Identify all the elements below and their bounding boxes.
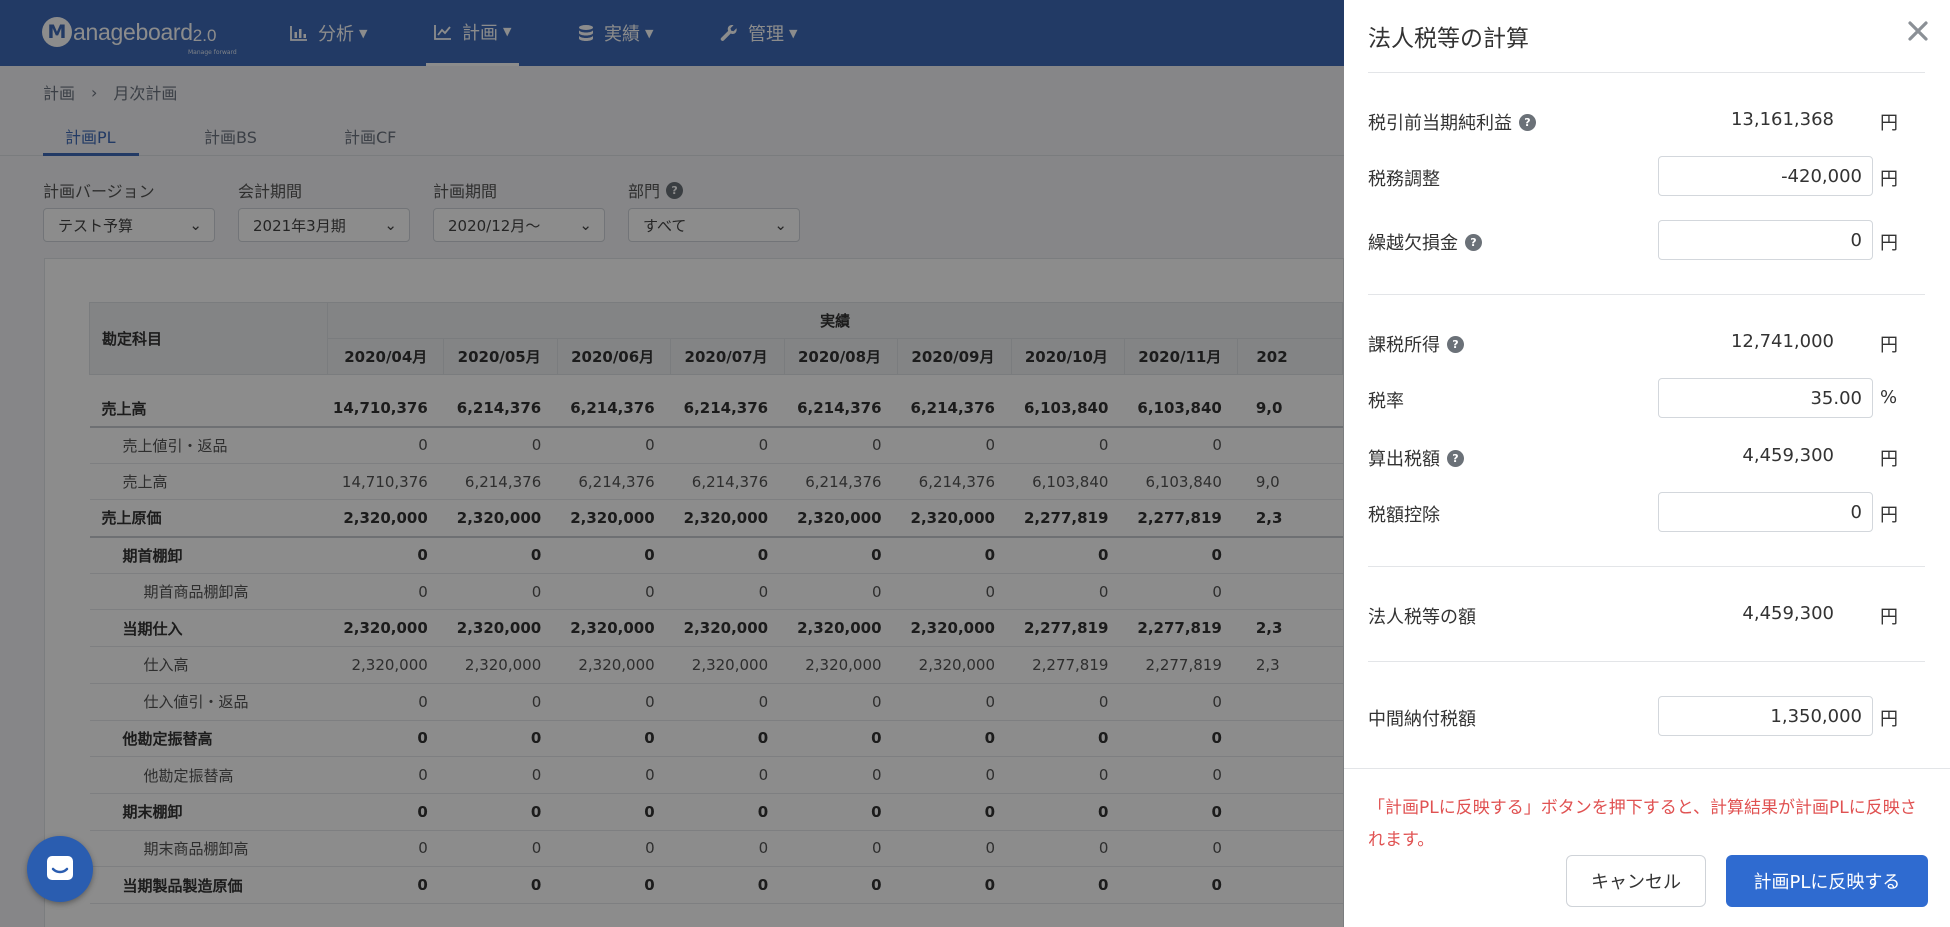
unit-percent: % — [1880, 387, 1898, 408]
tax-adjustment-row: 税務調整 円 — [1368, 156, 1898, 196]
help-icon[interactable]: ? — [1465, 233, 1482, 251]
computed-tax-value: 4,459,300 — [1742, 445, 1834, 466]
loss-carryforward-row: 繰越欠損金? 円 — [1368, 220, 1898, 260]
help-icon[interactable]: ? — [1519, 113, 1536, 131]
interim-tax-label: 中間納付税額 — [1368, 709, 1476, 730]
taxable-income-value: 12,741,000 — [1730, 331, 1834, 352]
unit-yen: 円 — [1880, 233, 1898, 254]
computed-tax-label: 算出税額 — [1368, 449, 1440, 470]
chat-support-button[interactable] — [27, 836, 93, 902]
unit-yen: 円 — [1880, 169, 1898, 190]
panel-title: 法人税等の計算 — [1368, 26, 1529, 52]
chat-icon — [47, 856, 73, 880]
corporate-tax-panel: 法人税等の計算 税引前当期純利益? 13,161,368 円 税務調整 円 繰越… — [1344, 0, 1950, 927]
divider — [1368, 72, 1925, 73]
taxable-income-label: 課税所得 — [1368, 335, 1440, 356]
unit-yen: 円 — [1880, 607, 1898, 628]
tax-adjustment-label: 税務調整 — [1368, 169, 1440, 190]
help-icon[interactable]: ? — [1447, 335, 1464, 353]
pretax-income-label: 税引前当期純利益 — [1368, 113, 1512, 134]
apply-notice: 「計画PLに反映する」ボタンを押下すると、計算結果が計画PLに反映されます。 — [1368, 798, 1917, 850]
interim-tax-input[interactable] — [1658, 696, 1873, 736]
taxable-income-row: 課税所得? 12,741,000 円 — [1368, 322, 1898, 362]
tax-rate-label: 税率 — [1368, 391, 1404, 412]
interim-tax-row: 中間納付税額 円 — [1368, 696, 1898, 736]
cancel-button[interactable]: キャンセル — [1566, 855, 1706, 907]
unit-yen: 円 — [1880, 505, 1898, 526]
tax-adjustment-input[interactable] — [1658, 156, 1873, 196]
apply-to-plan-pl-button[interactable]: 計画PLに反映する — [1726, 855, 1928, 907]
loss-carryforward-label: 繰越欠損金 — [1368, 233, 1458, 254]
pretax-income-row: 税引前当期純利益? 13,161,368 円 — [1368, 100, 1898, 140]
unit-yen: 円 — [1880, 449, 1898, 470]
unit-yen: 円 — [1880, 335, 1898, 356]
close-icon[interactable] — [1904, 17, 1932, 45]
computed-tax-row: 算出税額? 4,459,300 円 — [1368, 436, 1898, 476]
corporate-tax-label: 法人税等の額 — [1368, 607, 1476, 628]
divider — [1344, 768, 1950, 769]
tax-rate-row: 税率 % — [1368, 378, 1897, 418]
help-icon[interactable]: ? — [1447, 449, 1464, 467]
unit-yen: 円 — [1880, 709, 1898, 730]
divider — [1368, 294, 1925, 295]
unit-yen: 円 — [1880, 113, 1898, 134]
divider — [1368, 661, 1925, 662]
divider — [1368, 566, 1925, 567]
tax-credit-row: 税額控除 円 — [1368, 492, 1898, 532]
tax-credit-input[interactable] — [1658, 492, 1873, 532]
tax-rate-input[interactable] — [1658, 378, 1873, 418]
tax-credit-label: 税額控除 — [1368, 505, 1440, 526]
corporate-tax-row: 法人税等の額 4,459,300 円 — [1368, 594, 1898, 634]
loss-carryforward-input[interactable] — [1658, 220, 1873, 260]
corporate-tax-value: 4,459,300 — [1742, 603, 1834, 624]
pretax-income-value: 13,161,368 — [1730, 109, 1834, 130]
